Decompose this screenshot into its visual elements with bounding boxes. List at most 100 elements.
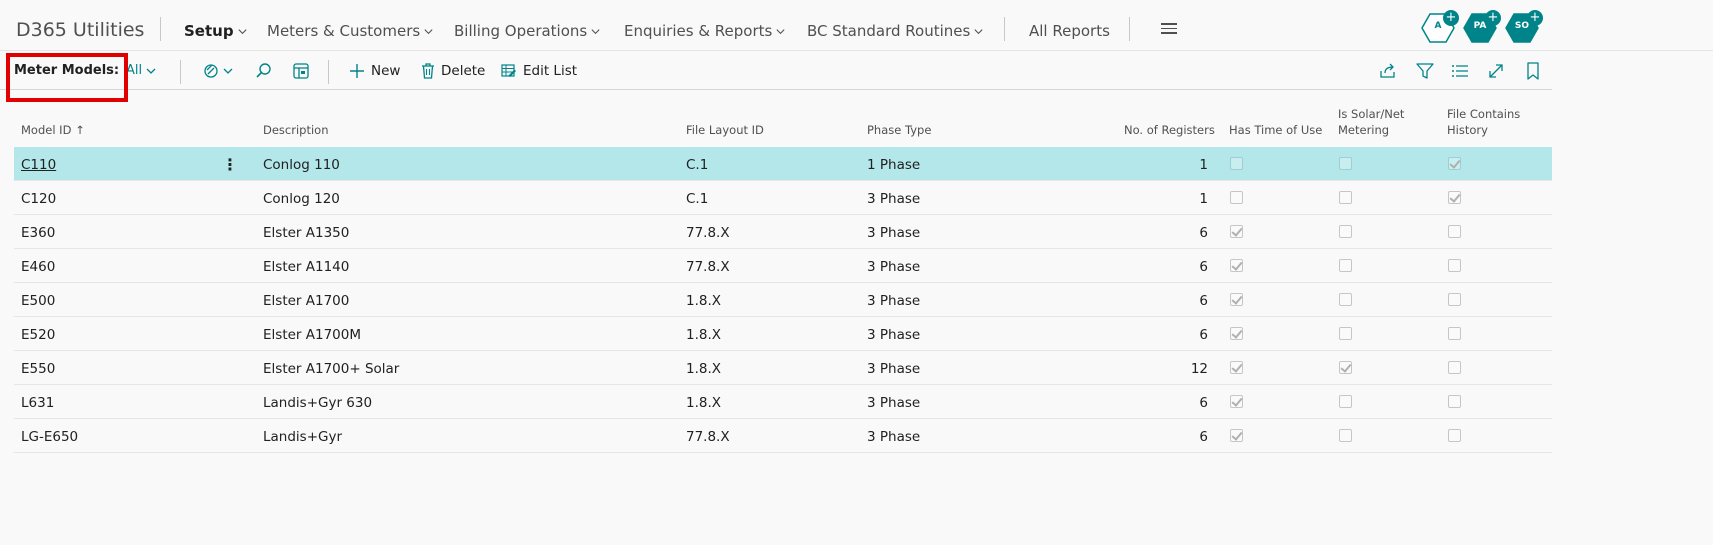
view-filter-dropdown[interactable]: All (126, 63, 157, 78)
column-header-phase-type[interactable]: Phase Type (867, 122, 931, 138)
nav-item-label: BC Standard Routines (807, 22, 971, 40)
column-header-model-id[interactable]: Model ID ↑ (21, 122, 85, 138)
table-row[interactable]: L631 Landis+Gyr 630 1.8.X 3 Phase 6 (14, 385, 1552, 419)
checkbox-has-time-of-use (1230, 259, 1243, 272)
avatar-a[interactable]: A + (1421, 10, 1459, 43)
nav-item-billing-operations[interactable]: Billing Operations (454, 22, 601, 40)
cell-model-id[interactable]: E550 (21, 361, 55, 377)
filter-button[interactable] (1416, 62, 1434, 80)
checkbox-has-time-of-use (1230, 361, 1243, 374)
avatar-so[interactable]: SO + (1505, 10, 1543, 43)
column-header-no-of-registers[interactable]: No. of Registers (1124, 122, 1215, 138)
cell-file-layout-id: C.1 (686, 157, 709, 173)
table-row[interactable]: E500 Elster A1700 1.8.X 3 Phase 6 (14, 283, 1552, 317)
sort-ascending-icon: ↑ (75, 123, 85, 137)
cell-model-id[interactable]: LG-E650 (21, 429, 78, 445)
chevron-down-icon (146, 68, 156, 74)
share-button[interactable] (1379, 62, 1397, 80)
cell-no-of-registers: 6 (1199, 327, 1208, 343)
new-button-label: New (371, 63, 401, 79)
cell-file-layout-id: 77.8.X (686, 225, 730, 241)
chevron-down-icon (238, 28, 247, 34)
nav-item-label: Billing Operations (454, 22, 588, 40)
nav-item-all-reports[interactable]: All Reports (1029, 22, 1110, 40)
delete-button[interactable]: Delete (421, 62, 485, 80)
checkbox-file-contains-history (1448, 191, 1461, 204)
nav-item-meters-customers[interactable]: Meters & Customers (267, 22, 434, 40)
nav-item-setup[interactable]: Setup (184, 22, 248, 40)
checkbox-has-time-of-use (1230, 327, 1243, 340)
table-row[interactable]: E460 Elster A1140 77.8.X 3 Phase 6 (14, 249, 1552, 283)
table-row[interactable]: LG-E650 Landis+Gyr 77.8.X 3 Phase 6 (14, 419, 1552, 453)
action-bar: Meter Models: All New Delete Edit List (0, 52, 1552, 90)
column-header-description[interactable]: Description (263, 122, 329, 138)
cell-model-id[interactable]: L631 (21, 395, 54, 411)
expand-button[interactable] (1487, 62, 1505, 80)
column-header-label: Metering (1338, 123, 1390, 137)
table-row[interactable]: C110 ⋮ Conlog 110 C.1 1 Phase 1 (14, 147, 1552, 181)
checkbox-has-time-of-use (1230, 429, 1243, 442)
nav-divider (160, 17, 161, 41)
actionbar-divider (328, 60, 329, 84)
column-header-file-contains-history[interactable]: File Contains History (1447, 106, 1520, 138)
table-row[interactable]: C120 Conlog 120 C.1 3 Phase 1 (14, 181, 1552, 215)
avatar-pa[interactable]: PA + (1463, 10, 1501, 43)
cell-file-layout-id: 77.8.X (686, 259, 730, 275)
table-row[interactable]: E520 Elster A1700M 1.8.X 3 Phase 6 (14, 317, 1552, 351)
cell-model-id[interactable]: E520 (21, 327, 55, 343)
chevron-down-icon (776, 28, 785, 34)
cell-phase-type: 1 Phase (867, 157, 921, 173)
checkbox-is-solar-net-metering (1339, 361, 1352, 374)
hamburger-menu-icon[interactable] (1161, 23, 1177, 35)
cell-description: Elster A1700+ Solar (263, 361, 400, 377)
checkbox-is-solar-net-metering (1339, 157, 1352, 170)
search-icon (256, 63, 271, 78)
list-view-button[interactable] (1451, 62, 1469, 80)
annotation-highlight-box (6, 53, 128, 102)
trash-icon (422, 63, 434, 79)
cell-file-layout-id: 1.8.X (686, 395, 722, 411)
cell-phase-type: 3 Phase (867, 327, 921, 343)
checkbox-file-contains-history (1448, 327, 1461, 340)
search-button[interactable] (255, 62, 273, 80)
nav-item-bc-standard-routines[interactable]: BC Standard Routines (807, 22, 984, 40)
nav-item-enquiries-reports[interactable]: Enquiries & Reports (624, 22, 786, 40)
column-header-label: Is Solar/Net (1338, 107, 1405, 121)
checkbox-file-contains-history (1448, 259, 1461, 272)
cell-phase-type: 3 Phase (867, 191, 921, 207)
cell-model-id[interactable]: C110 (21, 157, 56, 173)
plus-icon: + (1527, 10, 1543, 26)
edit-list-button[interactable]: Edit List (501, 62, 577, 80)
cell-model-id[interactable]: E500 (21, 293, 55, 309)
checkbox-has-time-of-use (1230, 225, 1243, 238)
view-options-button[interactable] (203, 62, 237, 80)
cell-model-id[interactable]: E360 (21, 225, 55, 241)
nav-item-label: Meters & Customers (267, 22, 421, 40)
top-navigation: D365 Utilities Setup Meters & Customers … (0, 0, 1713, 51)
actionbar-divider (180, 60, 181, 84)
cell-no-of-registers: 6 (1199, 259, 1208, 275)
checkbox-is-solar-net-metering (1339, 429, 1352, 442)
column-header-label: Model ID (21, 123, 72, 137)
column-header-has-time-of-use[interactable]: Has Time of Use (1229, 122, 1322, 138)
cell-phase-type: 3 Phase (867, 395, 921, 411)
cell-phase-type: 3 Phase (867, 225, 921, 241)
view-filter-label: All (126, 63, 143, 78)
bookmark-button[interactable] (1524, 62, 1542, 80)
cell-model-id[interactable]: E460 (21, 259, 55, 275)
new-button[interactable]: New (349, 62, 400, 80)
table-row[interactable]: E550 Elster A1700+ Solar 1.8.X 3 Phase 12 (14, 351, 1552, 385)
plus-icon: + (1443, 10, 1459, 26)
checkbox-has-time-of-use (1230, 395, 1243, 408)
column-header-file-layout-id[interactable]: File Layout ID (686, 122, 764, 138)
cell-description: Elster A1350 (263, 225, 350, 241)
table-row[interactable]: E360 Elster A1350 77.8.X 3 Phase 6 (14, 215, 1552, 249)
row-actions-icon[interactable]: ⋮ (222, 155, 238, 174)
cell-no-of-registers: 6 (1199, 429, 1208, 445)
column-header-is-solar-net-metering[interactable]: Is Solar/Net Metering (1338, 106, 1404, 138)
cell-no-of-registers: 1 (1199, 191, 1208, 207)
analysis-mode-button[interactable] (292, 62, 310, 80)
app-title[interactable]: D365 Utilities (16, 19, 144, 41)
chevron-down-icon (424, 28, 433, 34)
cell-model-id[interactable]: C120 (21, 191, 56, 207)
